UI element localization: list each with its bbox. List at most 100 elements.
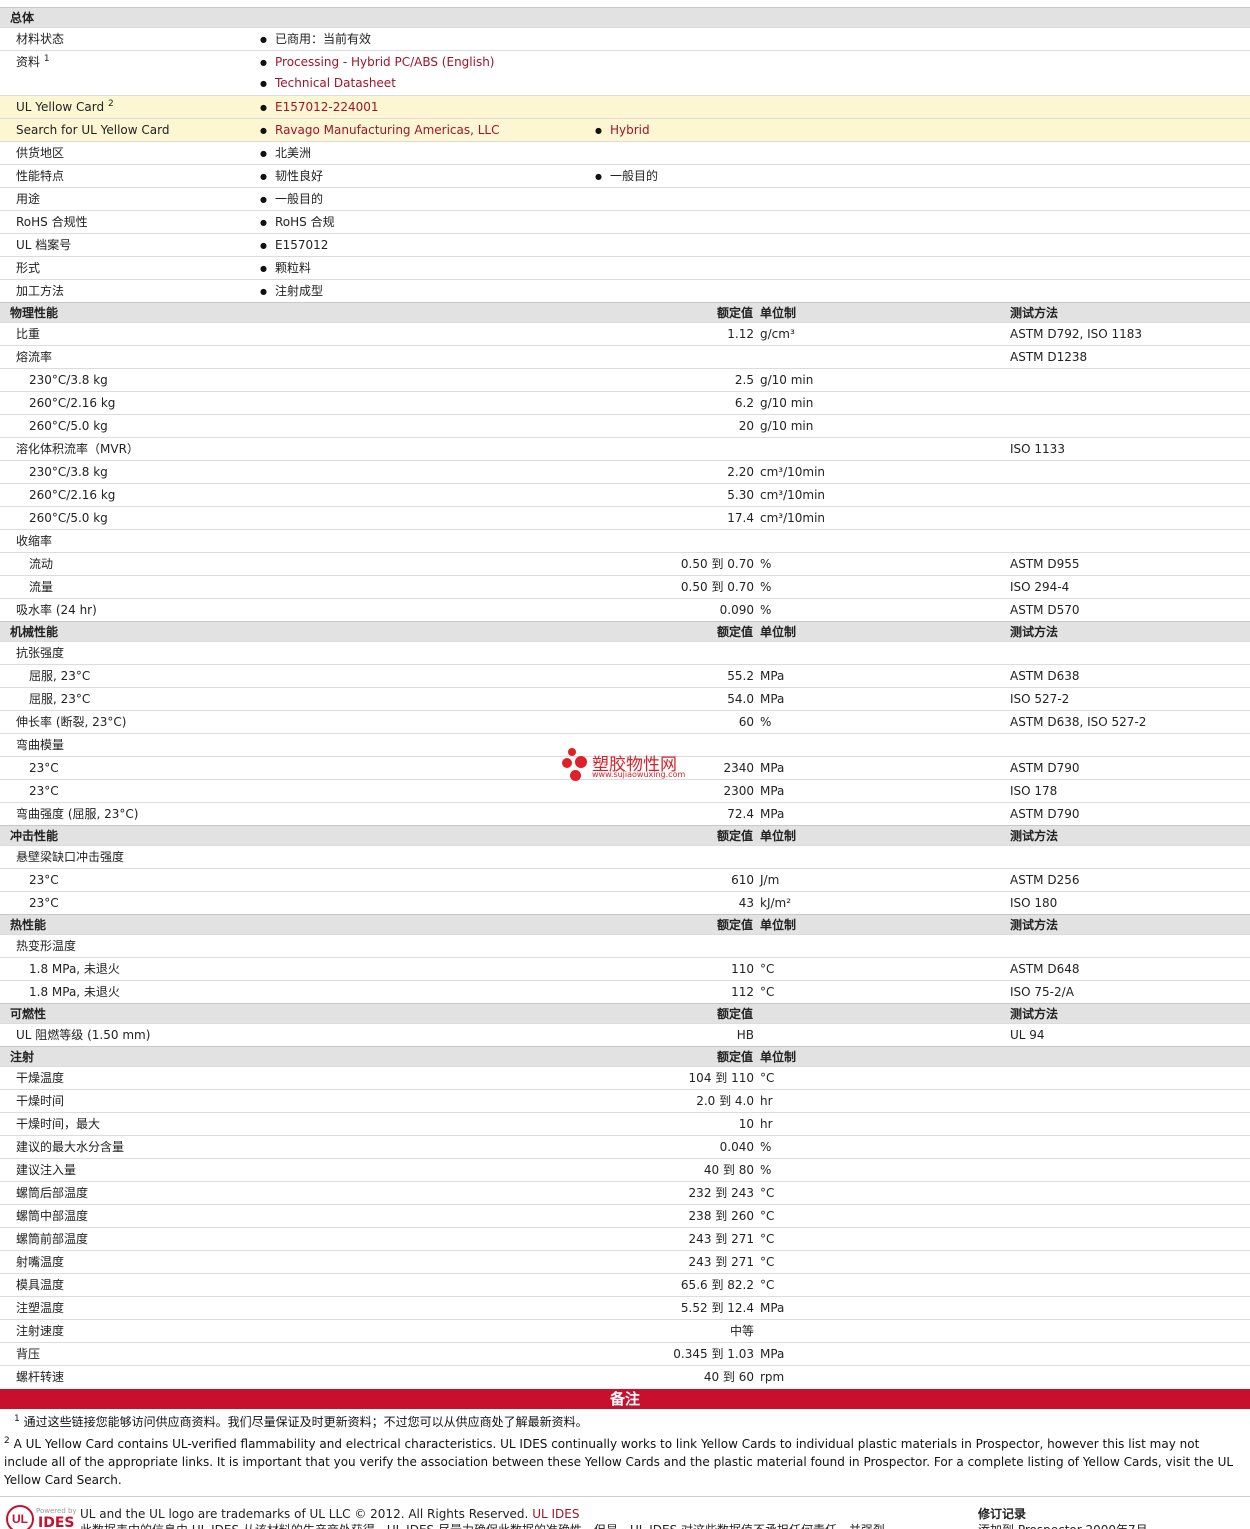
property-label: 比重: [16, 327, 41, 341]
col-header-method: 测试方法: [1010, 918, 1059, 932]
table-row: 1.8 MPa, 未退火 110 °C ASTM D648: [0, 957, 1250, 980]
row-label: 供货地区: [16, 146, 65, 160]
table-row: 吸水率 (24 hr) 0.090% ASTM D570: [0, 598, 1250, 621]
section-impact-header: 冲击性能 额定值 单位制 测试方法: [0, 825, 1250, 845]
row-value: 一般目的: [260, 188, 323, 211]
property-unit: MPa: [760, 761, 785, 775]
table-row: 260°C/2.16 kg 5.30 cm³/10min: [0, 483, 1250, 506]
property-label: 260°C/5.0 kg: [29, 511, 108, 525]
row-value: 注射成型: [260, 280, 323, 303]
property-unit: %: [760, 557, 772, 571]
table-row: 干燥时间，最大 10 hr: [0, 1112, 1250, 1135]
table-row: 260°C/5.0 kg 17.4 cm³/10min: [0, 506, 1250, 529]
processing-doc-link[interactable]: Processing - Hybrid PC/ABS (English): [260, 51, 494, 74]
property-value: 232 到 243: [688, 1186, 754, 1200]
test-method: ISO 527-2: [1010, 692, 1070, 706]
hybrid-link[interactable]: Hybrid: [595, 119, 650, 142]
table-row: 260°C/5.0 kg 20 g/10 min: [0, 414, 1250, 437]
datasheet: 总体 材料状态 已商用：当前有效 资料 1 Processing - Hybri…: [0, 0, 1250, 1489]
property-value: 20: [738, 419, 754, 433]
col-header-nominal: 额定值: [716, 306, 753, 320]
property-value: 1.12: [727, 327, 754, 341]
row-features: 性能特点 韧性良好 一般目的: [0, 164, 1250, 188]
table-row: 流量 0.50 到 0.70% ISO 294-4: [0, 575, 1250, 598]
table-row: 背压 0.345 到 1.03 MPa: [0, 1342, 1250, 1365]
row-value: RoHS 合规: [260, 211, 335, 234]
table-row: 干燥时间 2.0 到 4.0 hr: [0, 1089, 1250, 1112]
footer: UL Powered by IDES UL and the UL logo ar…: [0, 1496, 1250, 1529]
property-value: 112: [731, 985, 754, 999]
section-title: 物理性能: [10, 306, 59, 320]
col-header-method: 测试方法: [1010, 625, 1059, 639]
property-label: 射嘴温度: [16, 1255, 65, 1269]
test-method: ASTM D638: [1010, 669, 1080, 683]
property-unit: g/10 min: [760, 419, 814, 433]
table-row: 流动 0.50 到 0.70% ASTM D955: [0, 552, 1250, 575]
property-label: 螺杆转速: [16, 1370, 65, 1384]
section-title: 机械性能: [10, 625, 59, 639]
property-label: 23°C: [29, 761, 59, 775]
property-value: 0.50 到 0.70: [680, 580, 754, 594]
col-header-unit: 单位制: [760, 625, 797, 639]
property-value: 60: [738, 715, 754, 729]
property-label: 260°C/2.16 kg: [29, 396, 116, 410]
property-value: 243 到 271: [688, 1255, 754, 1269]
property-value: 0.345 到 1.03: [673, 1347, 754, 1361]
property-label: 230°C/3.8 kg: [29, 373, 108, 387]
property-unit: MPa: [760, 692, 785, 706]
property-value: 0.090: [719, 603, 754, 617]
row-label: 加工方法: [16, 284, 65, 298]
watermark-url: www.sujiaowuxing.com: [592, 770, 686, 779]
property-label: 弯曲强度 (屈服, 23°C): [16, 807, 139, 821]
table-row: 螺筒后部温度 232 到 243 °C: [0, 1181, 1250, 1204]
property-unit: °C: [760, 985, 775, 999]
col-header-unit: 单位制: [760, 1050, 797, 1064]
table-row: UL 阻燃等级 (1.50 mm) HB UL 94: [0, 1023, 1250, 1046]
table-row: 熔流率 ASTM D1238: [0, 345, 1250, 368]
property-unit: MPa: [760, 784, 785, 798]
row-material-status: 材料状态 已商用：当前有效: [0, 27, 1250, 51]
section-flammability-header: 可燃性 额定值 测试方法: [0, 1003, 1250, 1023]
test-method: ISO 75-2/A: [1010, 985, 1074, 999]
row-label: 材料状态: [16, 32, 65, 46]
row-use: 用途 一般目的: [0, 187, 1250, 211]
ul-ides-link[interactable]: UL IDES: [532, 1507, 579, 1521]
technical-datasheet-link[interactable]: Technical Datasheet: [260, 72, 396, 95]
section-physical-header: 物理性能 额定值 单位制 测试方法: [0, 302, 1250, 322]
table-row: 注射速度 中等: [0, 1319, 1250, 1342]
ravago-link[interactable]: Ravago Manufacturing Americas, LLC: [260, 119, 499, 142]
property-value: 40 到 80: [703, 1163, 754, 1177]
property-unit: °C: [760, 1255, 775, 1269]
property-label: 23°C: [29, 784, 59, 798]
col-header-unit: 单位制: [760, 306, 797, 320]
property-unit: °C: [760, 1186, 775, 1200]
table-row: 比重 1.12 g/cm³ ASTM D792, ISO 1183: [0, 322, 1250, 345]
table-row: 230°C/3.8 kg 2.20 cm³/10min: [0, 460, 1250, 483]
property-unit: MPa: [760, 669, 785, 683]
table-row: 溶化体积流率（MVR） ISO 1133: [0, 437, 1250, 460]
row-label: RoHS 合规性: [16, 215, 88, 229]
property-value: 2.0 到 4.0: [696, 1094, 754, 1108]
property-label: 背压: [16, 1347, 41, 1361]
section-mechanical-header: 机械性能 额定值 单位制 测试方法: [0, 621, 1250, 641]
property-label: 弯曲模量: [16, 738, 65, 752]
row-value: 颗粒料: [260, 257, 311, 280]
notes-header: 备注: [0, 1389, 1250, 1409]
property-value: 55.2: [727, 669, 754, 683]
property-value: 110: [731, 962, 754, 976]
property-unit: MPa: [760, 1347, 785, 1361]
property-value: 104 到 110: [688, 1071, 754, 1085]
property-value: 0.50 到 0.70: [680, 557, 754, 571]
ul-logo-icon: UL: [6, 1505, 34, 1529]
property-label: 溶化体积流率（MVR）: [16, 442, 139, 456]
table-row: 23°C 43 kJ/m² ISO 180: [0, 891, 1250, 914]
section-title: 注射: [10, 1050, 35, 1064]
row-value: 已商用：当前有效: [260, 28, 371, 51]
table-row: 螺筒前部温度 243 到 271 °C: [0, 1227, 1250, 1250]
property-value: 5.30: [727, 488, 754, 502]
revision-title: 修订记录: [978, 1507, 1027, 1521]
property-label: 1.8 MPa, 未退火: [29, 985, 120, 999]
property-value: HB: [736, 1028, 754, 1042]
ul-yellow-card-link[interactable]: E157012-224001: [260, 96, 378, 119]
property-label: 流量: [29, 580, 54, 594]
